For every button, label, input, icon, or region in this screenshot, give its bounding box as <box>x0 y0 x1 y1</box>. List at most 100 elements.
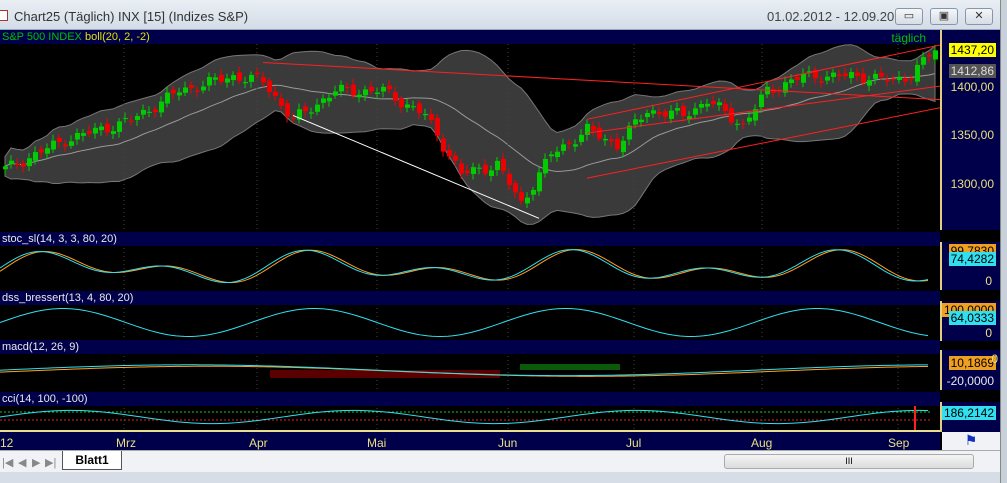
candle-body <box>867 80 872 86</box>
candle-body <box>495 160 500 171</box>
taskbar-strip <box>0 472 1000 483</box>
candle-body <box>147 111 152 113</box>
window-title: Chart25 (Täglich) INX [15] (Indizes S&P) <box>14 9 249 24</box>
candle-body <box>723 103 728 112</box>
candle-body <box>189 85 194 88</box>
macd-panel-header: macd(12, 26, 9) <box>0 340 940 354</box>
candle-body <box>639 119 644 123</box>
candle-body <box>273 91 278 97</box>
candle-body <box>699 103 704 108</box>
candle-body <box>57 137 62 143</box>
stoc-panel-header: stoc_sl(14, 3, 3, 80, 20) <box>0 232 940 246</box>
restore-button[interactable]: ▣ <box>930 8 958 25</box>
candle-body <box>441 138 446 152</box>
candle-body <box>381 86 386 92</box>
candle-body <box>597 127 602 139</box>
candle-body <box>873 73 878 79</box>
bb-mid-label: 1412,86 <box>948 64 996 78</box>
stoc-main-line <box>0 249 929 284</box>
candle-body <box>237 72 242 81</box>
prev-sheet-button[interactable]: ◀ <box>18 456 26 469</box>
candle-body <box>117 121 122 132</box>
candle-body <box>447 150 452 157</box>
candle-body <box>861 73 866 83</box>
title-bar: Chart25 (Täglich) INX [15] (Indizes S&P)… <box>0 0 1000 30</box>
candle-body <box>621 140 626 153</box>
minimize-button[interactable]: ▭ <box>895 8 923 25</box>
sheet-tab-blatt1[interactable]: Blatt1 <box>62 451 122 470</box>
candle-body <box>183 87 188 93</box>
candle-body <box>489 170 494 176</box>
last-sheet-button[interactable]: ▶| <box>45 456 56 469</box>
dss-axis: 100,0000 64,0333 0 <box>940 301 1000 341</box>
candle-body <box>285 102 290 117</box>
candle-body <box>525 197 530 204</box>
candle-body <box>195 90 200 92</box>
candle-body <box>225 78 230 83</box>
candle-body <box>357 94 362 98</box>
candle-body <box>249 74 254 82</box>
x-label: 12 <box>0 436 14 450</box>
candle-body <box>27 158 32 167</box>
candle-body <box>69 141 74 146</box>
candle-body <box>711 101 716 105</box>
candle-body <box>675 108 680 111</box>
candle-body <box>87 131 92 134</box>
candle-body <box>453 155 458 161</box>
dss-zero: 0 <box>985 326 992 340</box>
stoc-value-d: 74,4282 <box>948 252 996 266</box>
background-window-edge <box>1000 0 1007 483</box>
first-sheet-button[interactable]: |◀ <box>2 456 13 469</box>
candle-body <box>177 92 182 96</box>
candle-body <box>825 76 830 81</box>
chart-area[interactable]: S&P 500 INDEX boll(20, 2, -2) täglich 14… <box>0 30 1000 450</box>
candle-body <box>3 166 8 170</box>
candle-body <box>591 125 596 131</box>
candle-body <box>657 112 662 115</box>
flag-icon[interactable]: ⚑ <box>942 432 1000 450</box>
candle-body <box>213 77 218 80</box>
candle-body <box>537 172 542 192</box>
candle-body <box>9 160 14 165</box>
price-tick: 1300,00 <box>950 177 994 191</box>
price-tick: 1400,00 <box>950 80 994 94</box>
next-sheet-button[interactable]: ▶ <box>32 456 40 469</box>
close-button[interactable]: ✕ <box>965 8 993 25</box>
candle-body <box>267 80 272 93</box>
candle-body <box>759 94 764 108</box>
candle-body <box>729 108 734 123</box>
x-label: Aug <box>751 436 773 450</box>
candle-body <box>327 97 332 102</box>
x-label: Jul <box>626 436 642 450</box>
candle-body <box>645 113 650 118</box>
candle-body <box>735 123 740 125</box>
price-panel-header: S&P 500 INDEX boll(20, 2, -2) täglich <box>0 30 940 45</box>
candle-body <box>345 86 350 88</box>
candle-body <box>891 78 896 80</box>
candle-body <box>471 167 476 175</box>
candle-body <box>309 112 314 114</box>
candle-body <box>159 101 164 113</box>
candle-body <box>333 91 338 96</box>
candle-body <box>651 110 656 114</box>
candle-body <box>567 142 572 144</box>
macd-min: -20,0000 <box>946 374 994 388</box>
candle-body <box>897 76 902 80</box>
candle-body <box>123 118 128 120</box>
candle-body <box>51 140 56 150</box>
stoc-zero: 0 <box>985 274 992 288</box>
candle-body <box>129 120 134 122</box>
candle-body <box>165 92 170 104</box>
candle-body <box>909 78 914 80</box>
x-label: Sep <box>888 436 910 450</box>
candle-body <box>363 89 368 96</box>
candle-body <box>855 72 860 76</box>
chart-plot[interactable] <box>0 30 940 430</box>
x-label: Jun <box>498 436 518 450</box>
sheet-tab-bar: |◀ ◀ ▶ ▶| Blatt1 III <box>0 450 1000 472</box>
candle-body <box>717 102 722 106</box>
candle-body <box>261 77 266 83</box>
candle-body <box>549 154 554 157</box>
candle-body <box>633 119 638 125</box>
horizontal-scrollbar[interactable]: III <box>724 454 974 469</box>
